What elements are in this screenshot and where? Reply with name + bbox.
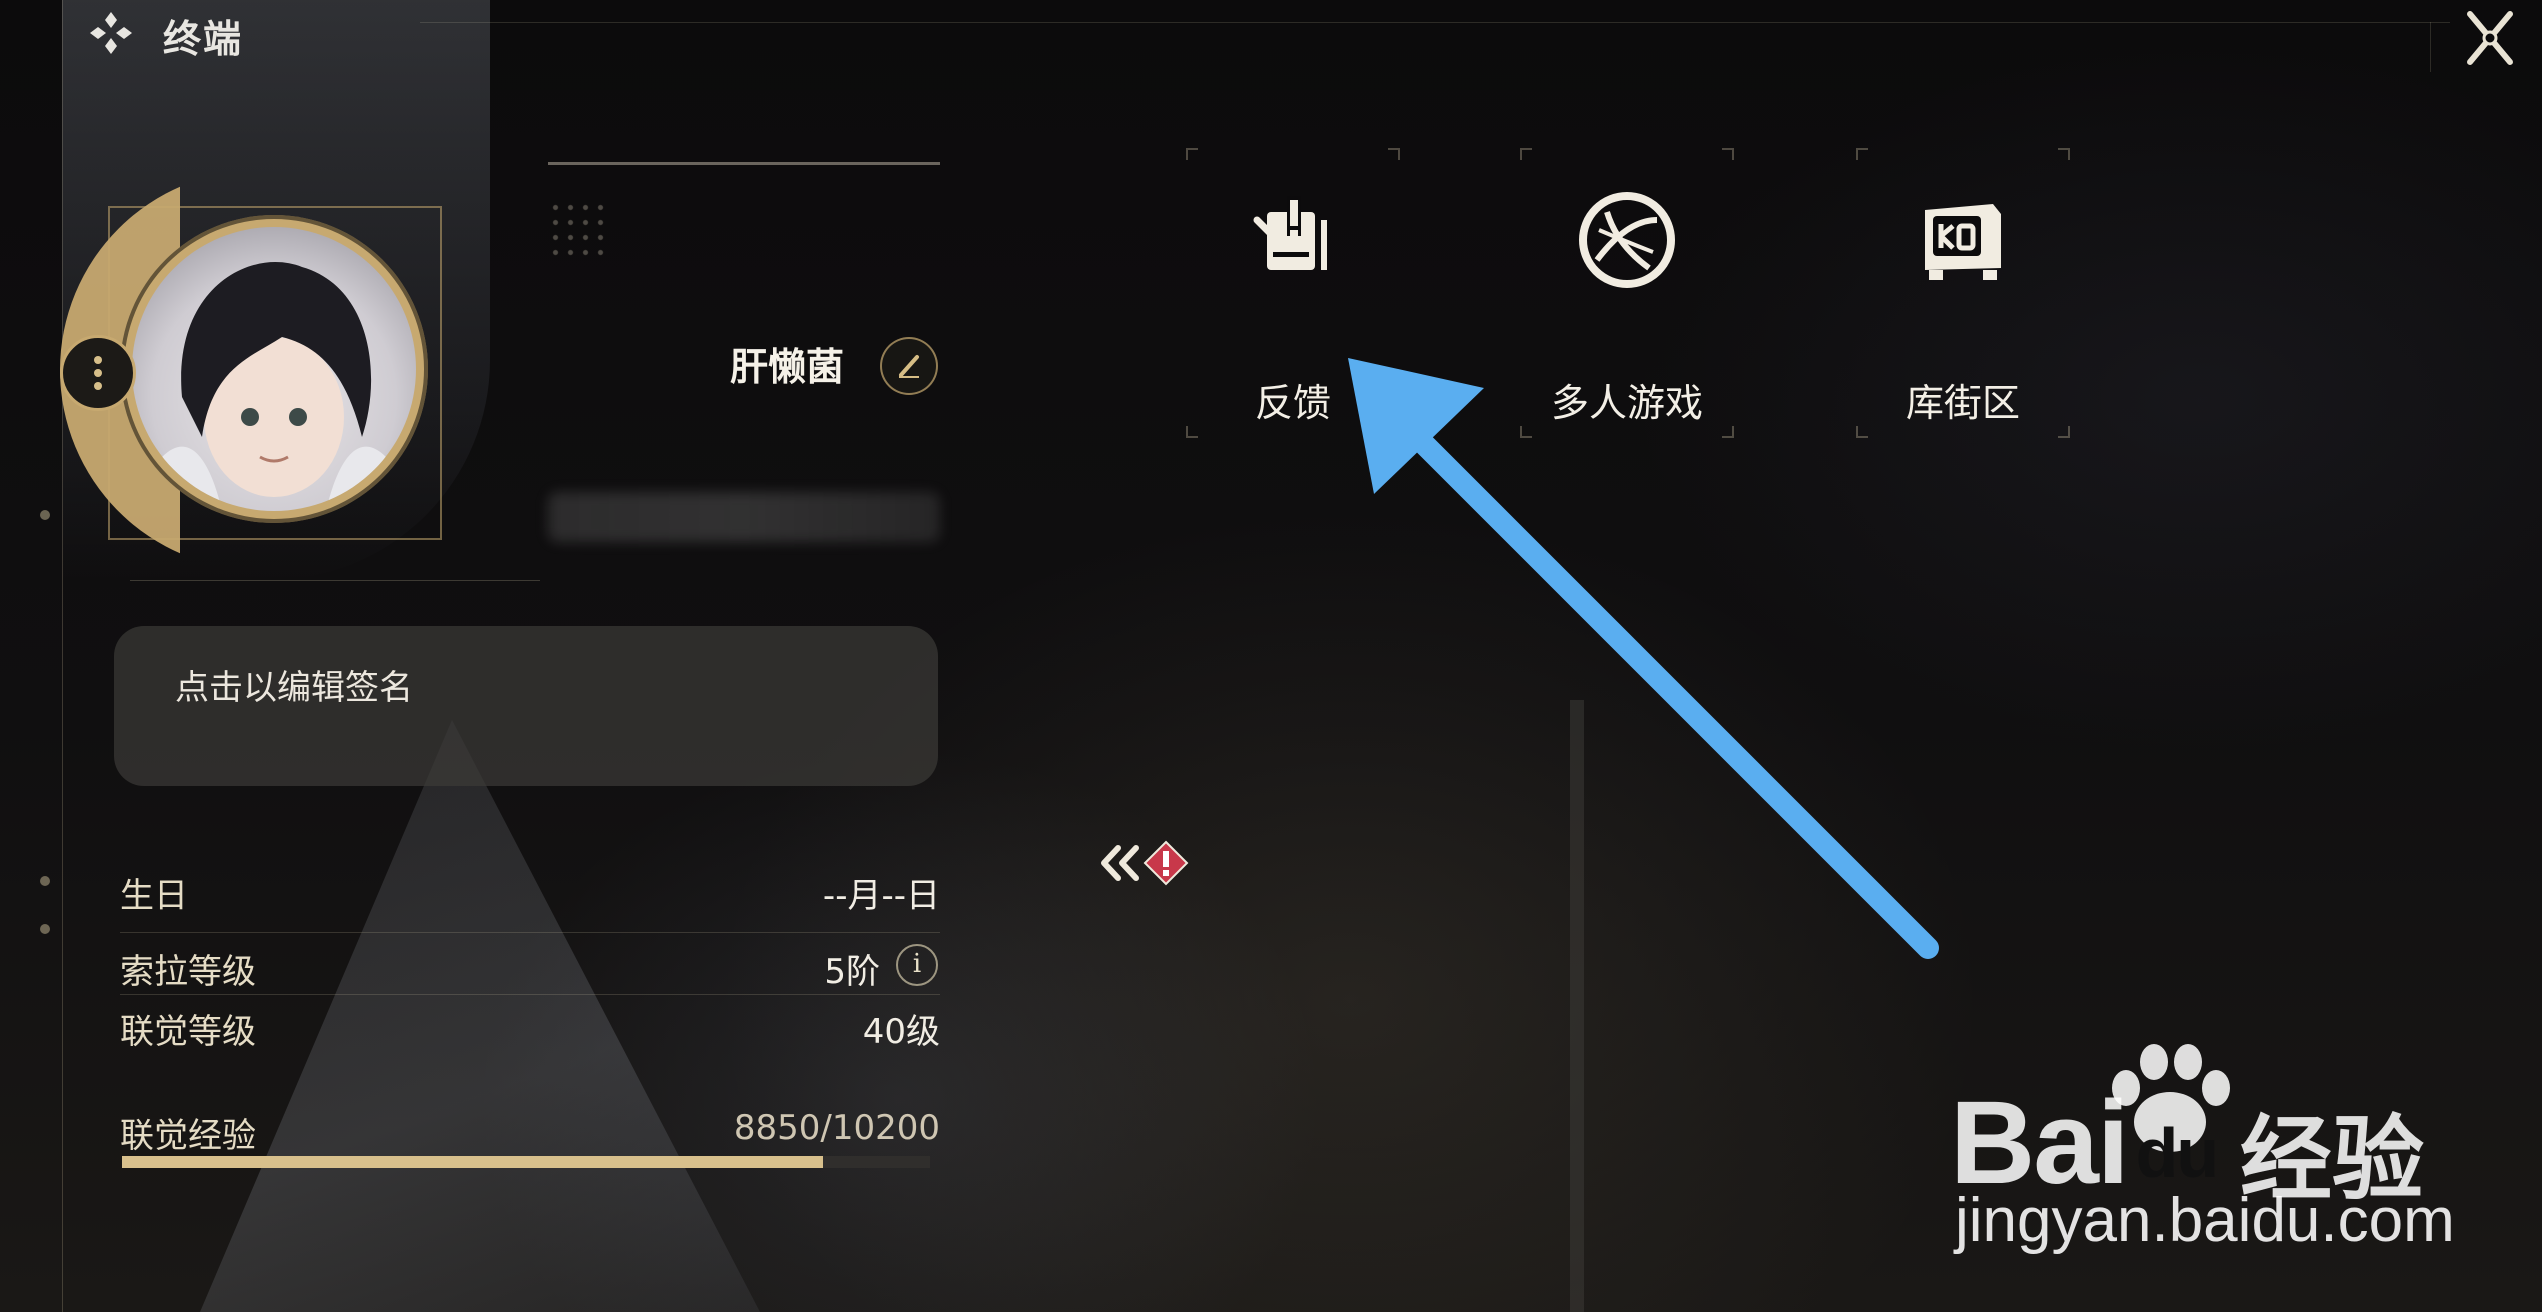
alert-diamond-icon (1143, 840, 1189, 886)
username: 肝懒菌 (730, 345, 845, 389)
top-divider-end (2430, 22, 2431, 72)
top-divider (420, 22, 2450, 23)
pencil-icon (899, 355, 919, 378)
watermark-url: jingyan.baidu.com (1955, 1186, 2455, 1255)
menu-item-kujiequ[interactable]: 库街区 (1856, 148, 2070, 438)
decor-dot (40, 924, 50, 934)
xp-label: 联觉经验 (120, 1116, 256, 1156)
stat-divider (120, 932, 940, 933)
signature-placeholder: 点击以编辑签名 (175, 668, 413, 708)
menu-item-feedback[interactable]: 反馈 (1186, 148, 1400, 438)
decor-dot-grid (548, 200, 608, 260)
avatar[interactable] (132, 227, 416, 511)
edit-name-button[interactable] (880, 337, 938, 395)
close-icon[interactable] (2448, 0, 2532, 78)
stat-value-union-level: 40级 (862, 1012, 940, 1052)
background-pole (1570, 700, 1584, 1312)
decor-dot (40, 876, 50, 886)
more-options-button[interactable] (60, 335, 136, 411)
info-icon[interactable]: i (896, 944, 938, 986)
stat-value-birthday: --月--日 (822, 876, 940, 916)
globe-icon (1579, 192, 1675, 288)
menu-label-feedback: 反馈 (1254, 381, 1331, 425)
stat-label-birthday: 生日 (120, 876, 188, 916)
profile-divider (130, 580, 540, 581)
name-divider (548, 162, 940, 165)
menu-label-kujiequ: 库街区 (1905, 381, 2020, 425)
background-tent (200, 720, 760, 1312)
kujiequ-icon (1925, 204, 2001, 280)
decor-dot (40, 510, 50, 520)
xp-progress-fill (122, 1156, 823, 1168)
double-chevron-left-icon (1101, 845, 1139, 881)
stat-divider (120, 994, 940, 995)
uid-redacted (548, 492, 940, 542)
xp-value: 8850/10200 (733, 1108, 940, 1148)
menu-label-multiplayer: 多人游戏 (1550, 381, 1703, 425)
stat-label-union-level: 联觉等级 (120, 1012, 256, 1052)
feedback-icon (1253, 196, 1327, 270)
menu-item-multiplayer[interactable]: 多人游戏 (1520, 148, 1734, 438)
collapse-panel-button[interactable] (1096, 838, 1200, 888)
avatar-portrait-icon (132, 262, 416, 511)
stat-label-sola-level: 索拉等级 (120, 952, 256, 992)
stat-value-sola-level: 5阶 (824, 952, 880, 992)
